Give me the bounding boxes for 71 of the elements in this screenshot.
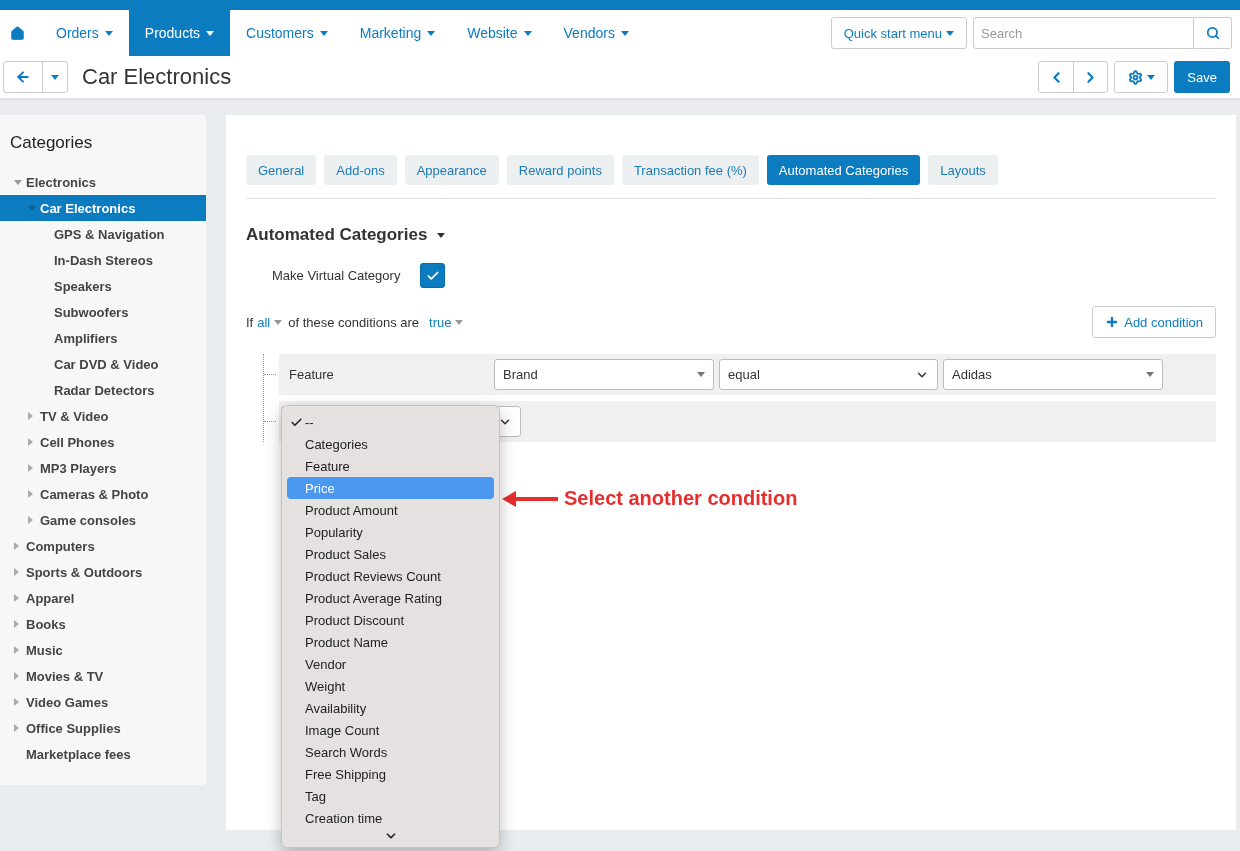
quick-start-menu-button[interactable]: Quick start menu: [830, 17, 967, 49]
dropdown-option[interactable]: Availability: [287, 697, 494, 719]
tab[interactable]: Layouts: [928, 155, 998, 185]
category-item[interactable]: Marketplace fees: [0, 741, 206, 767]
category-item[interactable]: Car DVD & Video: [0, 351, 206, 377]
tab[interactable]: Automated Categories: [766, 155, 921, 185]
dropdown-option[interactable]: Product Amount: [287, 499, 494, 521]
category-item[interactable]: GPS & Navigation: [0, 221, 206, 247]
value-selector[interactable]: true: [429, 314, 464, 330]
dropdown-option[interactable]: Product Sales: [287, 543, 494, 565]
category-item[interactable]: Sports & Outdoors: [0, 559, 206, 585]
add-condition-button[interactable]: Add condition: [1092, 306, 1216, 338]
category-item[interactable]: Computers: [0, 533, 206, 559]
nav-menu-item[interactable]: Vendors: [547, 10, 645, 56]
category-item[interactable]: Movies & TV: [0, 663, 206, 689]
dropdown-option[interactable]: Popularity: [287, 521, 494, 543]
dropdown-option[interactable]: Product Discount: [287, 609, 494, 631]
category-item[interactable]: Video Games: [0, 689, 206, 715]
rule-text: of these conditions are: [288, 314, 420, 330]
dropdown-option[interactable]: Product Average Rating: [287, 587, 494, 609]
dropdown-option[interactable]: Search Words: [287, 741, 494, 763]
category-item[interactable]: MP3 Players: [0, 455, 206, 481]
category-item[interactable]: Office Supplies: [0, 715, 206, 741]
dropdown-option[interactable]: Product Reviews Count: [287, 565, 494, 587]
category-item[interactable]: Electronics: [0, 169, 206, 195]
condition-label: Feature: [289, 367, 335, 382]
field-label: Make Virtual Category: [272, 268, 401, 283]
match-selector[interactable]: all: [257, 314, 283, 330]
rule-prefix: If: [246, 314, 254, 330]
nav-menu-item[interactable]: Products: [128, 10, 231, 56]
category-item[interactable]: Music: [0, 637, 206, 663]
category-item[interactable]: Amplifiers: [0, 325, 206, 351]
nav-menu-item[interactable]: Orders: [40, 10, 129, 56]
category-item[interactable]: Game consoles: [0, 507, 206, 533]
sidebar-title: Categories: [9, 133, 94, 153]
dropdown-option[interactable]: Tag: [287, 785, 494, 807]
dropdown-option[interactable]: Free Shipping: [287, 763, 494, 785]
category-item[interactable]: In-Dash Stereos: [0, 247, 206, 273]
tab[interactable]: Reward points: [506, 155, 614, 185]
tab[interactable]: Appearance: [404, 155, 499, 185]
nav-menu-item[interactable]: Customers: [230, 10, 344, 56]
category-item[interactable]: Radar Detectors: [0, 377, 206, 403]
tab[interactable]: General: [246, 155, 317, 185]
tab[interactable]: Add-ons: [324, 155, 397, 185]
select-field[interactable]: Brand: [494, 359, 714, 390]
dropdown-option[interactable]: Vendor: [287, 653, 494, 675]
category-item[interactable]: Books: [0, 611, 206, 637]
search-field[interactable]: Search: [973, 17, 1194, 49]
category-item[interactable]: Apparel: [0, 585, 206, 611]
select-field[interactable]: equal: [719, 359, 938, 390]
section-title: Automated Categories: [246, 225, 428, 245]
page-title: Car Electronics: [82, 64, 232, 90]
dropdown-option[interactable]: Weight: [287, 675, 494, 697]
dropdown-option[interactable]: Image Count: [287, 719, 494, 741]
save-button[interactable]: Save: [1174, 61, 1230, 93]
category-item[interactable]: Subwoofers: [0, 299, 206, 325]
category-item[interactable]: Cell Phones: [0, 429, 206, 455]
dropdown-option[interactable]: Feature: [287, 455, 494, 477]
tab[interactable]: Transaction fee (%): [621, 155, 759, 185]
nav-menu-item[interactable]: Website: [451, 10, 548, 56]
nav-menu-item[interactable]: Marketing: [343, 10, 452, 56]
category-item[interactable]: Speakers: [0, 273, 206, 299]
select-field[interactable]: Adidas: [943, 359, 1163, 390]
dropdown-option[interactable]: Creation time: [287, 807, 494, 829]
dropdown-option[interactable]: Product Name: [287, 631, 494, 653]
dropdown-option[interactable]: --: [287, 411, 494, 433]
dropdown-option[interactable]: Categories: [287, 433, 494, 455]
category-item[interactable]: Cameras & Photo: [0, 481, 206, 507]
category-item[interactable]: Car Electronics: [0, 195, 206, 221]
category-item[interactable]: TV & Video: [0, 403, 206, 429]
annotation-text: Select another condition: [564, 487, 798, 510]
